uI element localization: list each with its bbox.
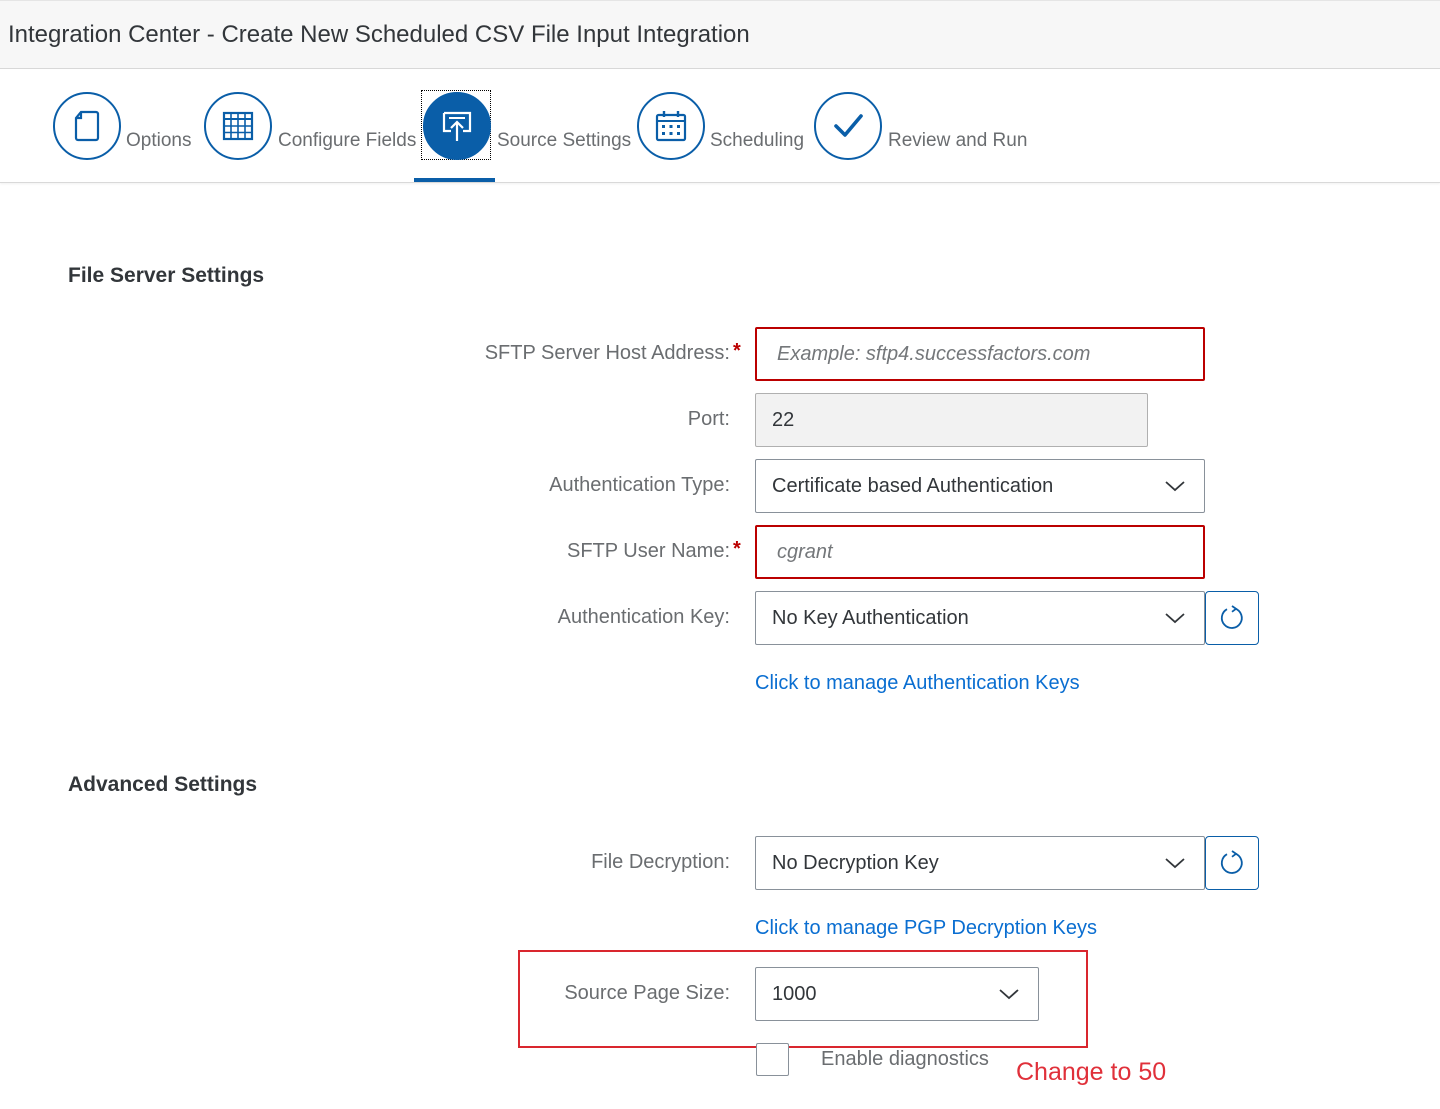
- file-decryption-select[interactable]: No Decryption Key: [755, 836, 1205, 890]
- manage-pgp-keys-link[interactable]: Click to manage PGP Decryption Keys: [755, 917, 1097, 940]
- decryption-label: File Decryption:: [591, 851, 730, 873]
- port-value: 22: [772, 408, 795, 431]
- auth-key-select[interactable]: No Key Authentication: [755, 591, 1205, 645]
- port-label: Port:: [687, 408, 730, 430]
- chevron-down-icon: [1165, 481, 1185, 492]
- step-label: Review and Run: [888, 130, 1028, 151]
- refresh-icon: [1220, 605, 1243, 629]
- auth-type-select[interactable]: Certificate based Authentication: [755, 459, 1205, 513]
- step-label: Options: [126, 130, 192, 151]
- section-title-file-server: File Server Settings: [68, 264, 265, 287]
- user-label: SFTP User Name:: [567, 540, 730, 562]
- active-step-indicator: [414, 178, 495, 182]
- required-marker: *: [733, 538, 741, 560]
- annotation-text: Change to 50: [1016, 1058, 1167, 1086]
- checkmark-icon: [814, 92, 882, 160]
- refresh-auth-keys-button[interactable]: [1205, 591, 1259, 645]
- auth-type-value: Certificate based Authentication: [772, 474, 1054, 497]
- table-grid-icon: [204, 92, 272, 160]
- port-field: 22: [755, 393, 1148, 447]
- enable-diagnostics-checkbox[interactable]: [756, 1043, 789, 1076]
- page-title: Integration Center - Create New Schedule…: [8, 21, 750, 48]
- chevron-down-icon: [1165, 858, 1185, 869]
- document-icon: [53, 92, 121, 160]
- auth-key-value: No Key Authentication: [772, 606, 969, 629]
- page-size-label: Source Page Size:: [564, 982, 730, 1004]
- sftp-host-input[interactable]: Example: sftp4.successfactors.com: [755, 327, 1205, 381]
- upload-screen-icon: [423, 92, 491, 160]
- refresh-icon: [1220, 850, 1243, 874]
- step-label: Source Settings: [497, 130, 632, 151]
- required-marker: *: [733, 340, 741, 362]
- section-title-advanced: Advanced Settings: [68, 773, 258, 796]
- manage-auth-keys-link[interactable]: Click to manage Authentication Keys: [755, 672, 1080, 695]
- auth-key-label: Authentication Key:: [557, 606, 730, 628]
- calendar-icon: [637, 92, 705, 160]
- chevron-down-icon: [999, 989, 1019, 1000]
- enable-diagnostics-label: Enable diagnostics: [821, 1048, 989, 1070]
- step-label: Scheduling: [710, 130, 805, 151]
- sftp-username-placeholder: cgrant: [777, 540, 833, 563]
- step-label: Configure Fields: [278, 130, 417, 151]
- sftp-username-input[interactable]: cgrant: [755, 525, 1205, 579]
- title-bar: Integration Center - Create New Schedule…: [0, 0, 1440, 69]
- wizard-steps: Options Configure Fields Source Settings…: [0, 69, 1440, 183]
- auth-type-label: Authentication Type:: [549, 474, 730, 496]
- decryption-value: No Decryption Key: [772, 851, 939, 874]
- host-label: SFTP Server Host Address:: [484, 342, 730, 364]
- chevron-down-icon: [1165, 613, 1185, 624]
- refresh-decryption-keys-button[interactable]: [1205, 836, 1259, 890]
- page-size-value: 1000: [772, 982, 817, 1005]
- sftp-host-placeholder: Example: sftp4.successfactors.com: [777, 342, 1091, 365]
- source-page-size-select[interactable]: 1000: [755, 967, 1039, 1021]
